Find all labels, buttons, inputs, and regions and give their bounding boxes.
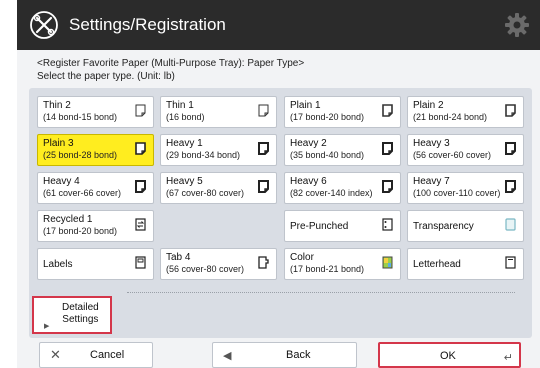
paper-type-plain-2[interactable]: Plain 2 (21 bond-24 bond) <box>407 96 524 128</box>
detailed-settings-label: Detailed Settings <box>62 302 99 326</box>
heavy-paper-icon <box>135 180 146 193</box>
paper-type-weight: (17 bond-20 bond) <box>290 112 365 122</box>
paper-type-weight: (56 cover-80 cover) <box>166 264 245 274</box>
paper-type-weight: (17 bond-20 bond) <box>43 226 118 236</box>
close-icon: ✕ <box>50 347 61 362</box>
gear-icon[interactable] <box>504 12 530 38</box>
screen: Settings/Registration <Register Favorite… <box>17 0 540 368</box>
paper-type-thin-2[interactable]: Thin 2 (14 bond-15 bond) <box>37 96 154 128</box>
recycled-paper-icon <box>135 218 146 231</box>
paper-type-heavy-5[interactable]: Heavy 5 (67 cover-80 cover) <box>160 172 277 204</box>
cancel-button[interactable]: ✕ Cancel <box>39 342 153 368</box>
paper-type-weight: (67 cover-80 cover) <box>166 188 245 198</box>
paper-type-name: Heavy 4 <box>43 176 80 187</box>
plain-paper-icon <box>505 104 516 117</box>
paper-type-name: Heavy 2 <box>290 138 327 149</box>
paper-type-name: Heavy 3 <box>413 138 450 149</box>
detailed-settings-line1: Detailed <box>62 302 99 313</box>
paper-type-name: Heavy 5 <box>166 176 203 187</box>
heavy-paper-icon <box>258 142 269 155</box>
paper-type-name: Pre-Punched <box>290 221 349 232</box>
paper-type-name: Heavy 7 <box>413 176 450 187</box>
cancel-label: Cancel <box>90 349 125 361</box>
paper-type-heavy-4[interactable]: Heavy 4 (61 cover-66 cover) <box>37 172 154 204</box>
paper-type-name: Plain 1 <box>290 100 321 111</box>
paper-type-name: Tab 4 <box>166 252 191 263</box>
paper-type-weight: (17 bond-21 bond) <box>290 264 365 274</box>
expand-arrow-icon: ▶ <box>44 323 50 330</box>
paper-type-weight: (100 cover-110 cover) <box>413 188 501 198</box>
paper-type-name: Plain 2 <box>413 100 444 111</box>
instructions: <Register Favorite Paper (Multi-Purpose … <box>37 57 304 83</box>
paper-type-name: Letterhead <box>413 259 461 270</box>
heavy-paper-icon <box>505 142 516 155</box>
paper-type-thin-1[interactable]: Thin 1 (16 bond) <box>160 96 277 128</box>
plain-paper-icon <box>135 142 146 155</box>
paper-type-letterhead[interactable]: Letterhead <box>407 248 524 280</box>
paper-type-heavy-3[interactable]: Heavy 3 (56 cover-60 cover) <box>407 134 524 166</box>
paper-type-weight: (21 bond-24 bond) <box>413 112 488 122</box>
paper-type-name: Color <box>290 252 314 263</box>
title-bar: Settings/Registration <box>17 0 540 50</box>
detailed-settings-line2: Settings <box>62 314 99 325</box>
heavy-paper-icon <box>382 180 393 193</box>
letterhead-icon <box>505 256 516 269</box>
labels-icon <box>135 256 146 269</box>
paper-type-recycled-1[interactable]: Recycled 1 (17 bond-20 bond) <box>37 210 154 242</box>
back-button[interactable]: ◀ Back <box>212 342 357 368</box>
plain-paper-icon <box>135 104 146 117</box>
paper-type-pre-punched[interactable]: Pre-Punched <box>284 210 401 242</box>
paper-type-plain-1[interactable]: Plain 1 (17 bond-20 bond) <box>284 96 401 128</box>
paper-type-weight: (61 cover-66 cover) <box>43 188 122 198</box>
paper-type-labels[interactable]: Labels <box>37 248 154 280</box>
paper-type-heavy-6[interactable]: Heavy 6 (82 cover-140 index) <box>284 172 401 204</box>
heavy-paper-icon <box>505 180 516 193</box>
plain-paper-icon <box>382 104 393 117</box>
paper-type-name: Recycled 1 <box>43 214 93 225</box>
wrench-screwdriver-icon <box>30 11 58 39</box>
paper-type-name: Heavy 6 <box>290 176 327 187</box>
paper-type-name: Labels <box>43 259 73 270</box>
back-arrow-icon: ◀ <box>223 350 232 362</box>
back-label: Back <box>286 349 311 361</box>
paper-type-weight: (35 bond-40 bond) <box>290 150 365 160</box>
divider <box>127 292 515 293</box>
paper-type-heavy-1[interactable]: Heavy 1 (29 bond-34 bond) <box>160 134 277 166</box>
instruction-heading: <Register Favorite Paper (Multi-Purpose … <box>37 58 305 69</box>
paper-type-name: Thin 2 <box>43 100 71 111</box>
paper-type-tab-4[interactable]: Tab 4 (56 cover-80 cover) <box>160 248 277 280</box>
pre-punched-paper-icon <box>382 218 393 231</box>
plain-paper-icon <box>258 104 269 117</box>
paper-type-weight: (16 bond) <box>166 112 205 122</box>
paper-type-weight: (82 cover-140 index) <box>290 188 373 198</box>
paper-type-weight: (29 bond-34 bond) <box>166 150 241 160</box>
paper-type-color[interactable]: Color (17 bond-21 bond) <box>284 248 401 280</box>
paper-type-weight: (14 bond-15 bond) <box>43 112 118 122</box>
ok-button[interactable]: OK ↵ <box>378 342 521 368</box>
enter-icon: ↵ <box>503 352 513 364</box>
paper-type-name: Plain 3 <box>43 138 74 149</box>
paper-type-name: Transparency <box>413 221 474 232</box>
heavy-paper-icon <box>258 180 269 193</box>
color-paper-icon <box>382 256 393 269</box>
tab-paper-icon <box>258 256 269 269</box>
ok-label: OK <box>440 350 456 362</box>
paper-type-name: Thin 1 <box>166 100 194 111</box>
paper-type-heavy-7[interactable]: Heavy 7 (100 cover-110 cover) <box>407 172 524 204</box>
paper-type-weight: (25 bond-28 bond) <box>43 150 118 160</box>
page-title: Settings/Registration <box>69 15 226 34</box>
paper-type-weight: (56 cover-60 cover) <box>413 150 492 160</box>
paper-type-heavy-2[interactable]: Heavy 2 (35 bond-40 bond) <box>284 134 401 166</box>
paper-type-plain-3[interactable]: Plain 3 (25 bond-28 bond) <box>37 134 154 166</box>
empty-slot <box>160 210 277 242</box>
paper-type-name: Heavy 1 <box>166 138 203 149</box>
instruction-text: Select the paper type. (Unit: lb) <box>37 71 175 82</box>
heavy-paper-icon <box>382 142 393 155</box>
transparency-icon <box>505 218 516 231</box>
paper-type-transparency[interactable]: Transparency <box>407 210 524 242</box>
detailed-settings-button[interactable]: ▶ Detailed Settings <box>32 296 112 334</box>
